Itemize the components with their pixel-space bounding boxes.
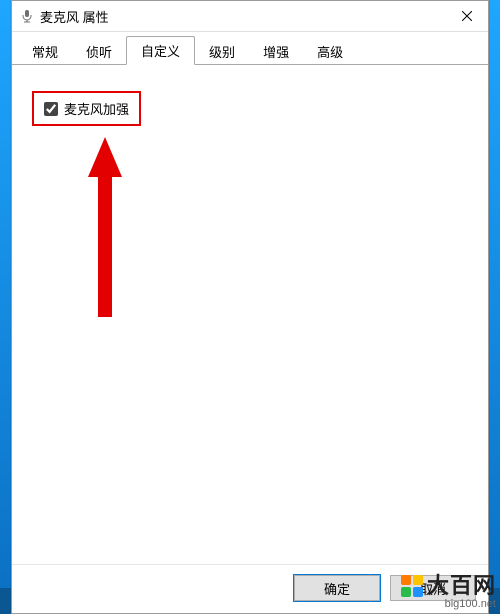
tab-custom[interactable]: 自定义 (126, 36, 195, 65)
tab-advanced[interactable]: 高级 (303, 38, 357, 65)
titlebar[interactable]: 麦克风 属性 (12, 1, 488, 32)
dialog-button-row: 确定 取消 (12, 564, 488, 613)
desktop-sliver-right (489, 0, 500, 614)
ok-button-label: 确定 (324, 582, 350, 597)
mic-boost-label[interactable]: 麦克风加强 (64, 99, 129, 118)
taskbar-sliver-right (489, 588, 500, 614)
mic-boost-checkbox[interactable] (44, 102, 58, 116)
taskbar-sliver-left (0, 588, 11, 614)
cancel-button[interactable]: 取消 (390, 575, 476, 601)
close-icon (462, 11, 472, 21)
tab-enhance[interactable]: 增强 (249, 38, 303, 65)
tab-label: 级别 (209, 45, 235, 60)
tab-general[interactable]: 常规 (18, 38, 72, 65)
tab-listen[interactable]: 侦听 (72, 38, 126, 65)
desktop-sliver-left (0, 0, 11, 614)
microphone-properties-dialog: 麦克风 属性 常规 侦听 自定义 级别 增强 高级 麦克风加强 确定 取消 (11, 0, 489, 614)
tab-label: 常规 (32, 45, 58, 60)
ok-button[interactable]: 确定 (294, 575, 380, 601)
tab-label: 高级 (317, 45, 343, 60)
tab-label: 增强 (263, 45, 289, 60)
annotation-arrow-up-icon (88, 137, 122, 317)
close-button[interactable] (446, 1, 488, 31)
tab-levels[interactable]: 级别 (195, 38, 249, 65)
window-title: 麦克风 属性 (40, 7, 446, 26)
tab-label: 侦听 (86, 45, 112, 60)
cancel-button-label: 取消 (420, 582, 446, 597)
microphone-icon (20, 9, 34, 23)
tab-row: 常规 侦听 自定义 级别 增强 高级 (12, 32, 488, 65)
tab-label: 自定义 (141, 44, 180, 59)
tab-pane-custom: 麦克风加强 (12, 65, 488, 564)
mic-boost-checkbox-highlight: 麦克风加强 (32, 91, 141, 126)
